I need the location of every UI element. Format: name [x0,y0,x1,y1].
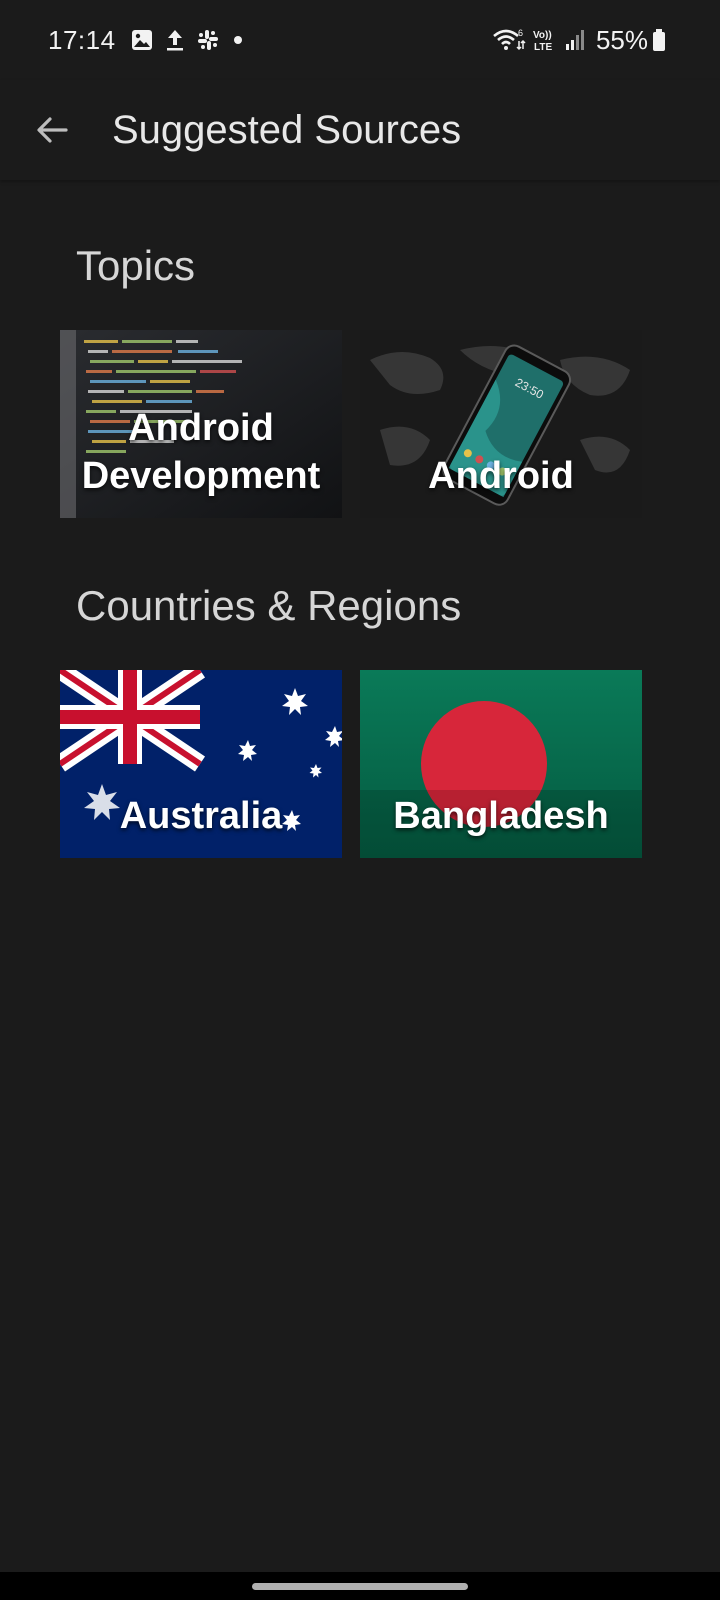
app-bar: Suggested Sources [0,80,720,180]
svg-text:Vo)): Vo)) [533,30,552,41]
wifi-6-icon: 6 [492,27,526,53]
svg-text:LTE: LTE [534,42,552,53]
status-time: 17:14 [48,24,116,55]
page-title: Suggested Sources [112,107,462,152]
upload-icon [164,28,186,52]
svg-text:6: 6 [518,28,523,38]
status-bar-left: 17:14 [48,25,242,56]
section-title-countries-regions: Countries & Regions [76,582,462,629]
status-bar-right: 6 Vo)) LTE 55% [492,25,672,56]
screen: 17:14 6 Vo)) LTE 55% Suggested Sources T… [0,0,720,1600]
countries-row: Australia Bangladesh [60,670,642,858]
notification-dot [233,36,242,44]
tile-android-development[interactable]: Android Development [60,330,342,518]
status-bar: 17:14 6 Vo)) LTE 55% [0,0,720,80]
arrow-left-icon [37,117,68,143]
battery-percentage: 55% [595,24,648,55]
gallery-icon [130,28,154,52]
tile-label-android: Android [428,455,574,497]
navigation-bar [0,1572,720,1600]
tile-bangladesh[interactable]: Bangladesh [360,670,642,858]
tile-label-bangladesh: Bangladesh [393,795,609,837]
battery-icon [652,28,666,52]
volte-icon: Vo)) LTE [532,27,558,53]
slack-icon [196,28,220,52]
signal-icon [564,28,586,52]
tile-australia[interactable]: Australia [60,670,342,858]
home-gesture-handle[interactable] [252,1582,468,1590]
topics-row: Android Development 23:50 Android [60,330,642,518]
back-button[interactable] [22,100,82,160]
tile-android[interactable]: 23:50 Android [360,330,642,518]
tile-label-android-development: Android Development [81,407,321,497]
tile-label-australia: Australia [119,795,283,837]
section-title-topics: Topics [76,242,196,289]
